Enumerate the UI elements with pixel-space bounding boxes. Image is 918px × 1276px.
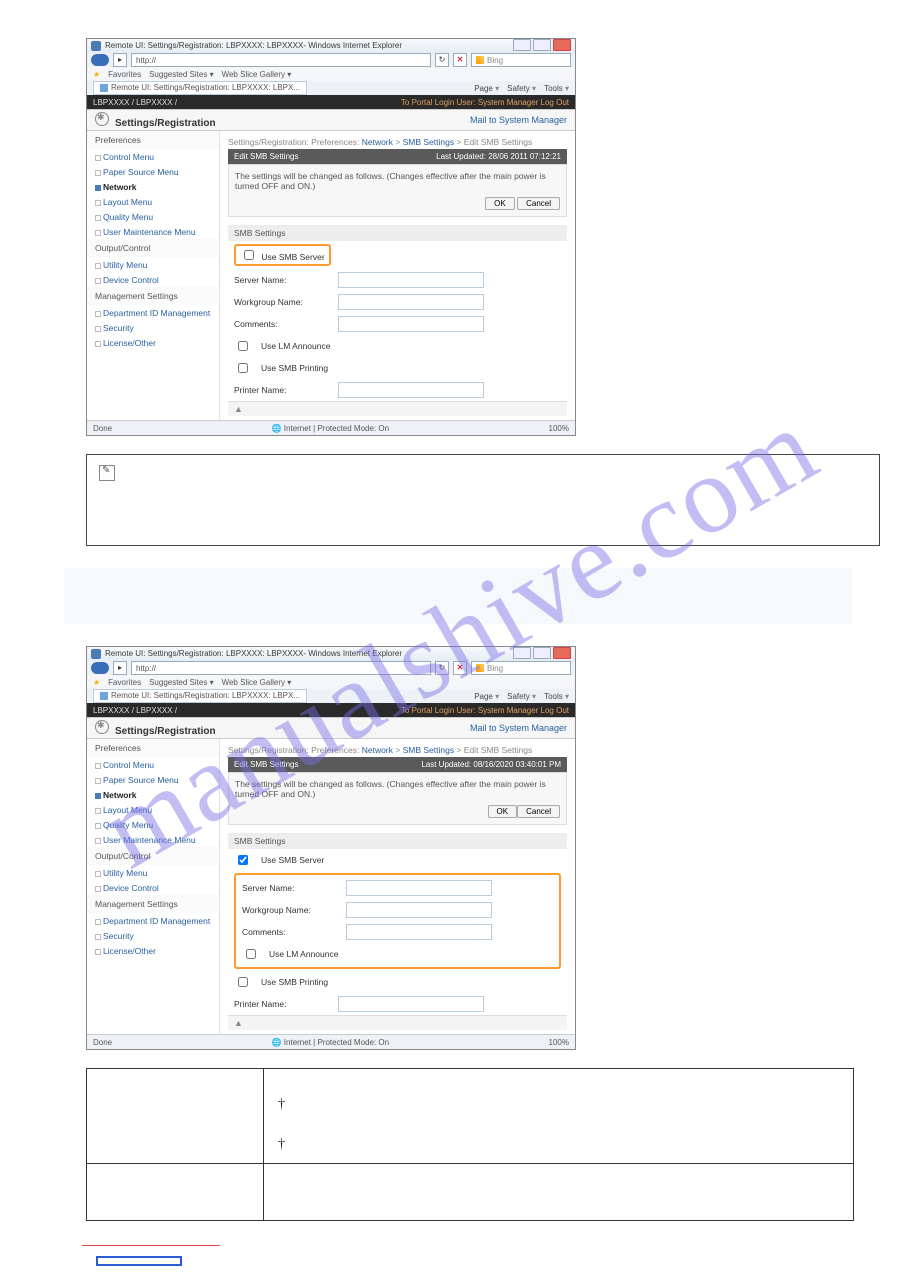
comments-input-2[interactable] (346, 924, 492, 940)
lm-announce-checkbox-2[interactable] (246, 949, 256, 959)
cancel-button[interactable]: Cancel (517, 197, 560, 210)
smb-printing-checkbox-2[interactable] (238, 977, 248, 987)
use-smb-server-checkbox[interactable] (244, 250, 254, 260)
sidebar-item-network[interactable]: Network (87, 179, 219, 194)
note-icon (99, 465, 115, 481)
printer-name-label: Printer Name: (234, 385, 330, 395)
table-cell-right-2 (264, 1164, 854, 1221)
comments-input[interactable] (338, 316, 484, 332)
sidebar-cat-output: Output/Control (87, 239, 219, 257)
portal-topbar: LBPXXXX / LBPXXXX / To Portal Login User… (87, 95, 575, 109)
workgroup-input[interactable] (338, 294, 484, 310)
workgroup-label: Workgroup Name: (234, 297, 330, 307)
sidebar-item-usermaint[interactable]: User Maintenance Menu (87, 224, 219, 239)
use-smb-server-label: Use SMB Server (261, 252, 324, 262)
browser-tab[interactable]: Remote UI: Settings/Registration: LBPXXX… (93, 81, 307, 95)
sidebar-item-paper[interactable]: Paper Source Menu (87, 164, 219, 179)
ie-statusbar: Done Internet | Protected Mode: On 100% (87, 420, 575, 435)
screenshot-2: Remote UI: Settings/Registration: LBPXXX… (86, 646, 576, 1050)
portal-links[interactable]: To Portal Login User: System Manager Log… (401, 98, 569, 107)
tool-safety[interactable]: Safety (507, 84, 536, 93)
highlight-smb-fields: Server Name: Workgroup Name: Comments: U… (234, 873, 561, 969)
address-bar: ▸ http:// ↻ ✕ Bing (87, 53, 575, 67)
table-cell-right-1: † † (264, 1069, 854, 1164)
table-cell-left-2 (87, 1164, 264, 1221)
sidebar-cat-preferences: Preferences (87, 131, 219, 149)
server-name-label: Server Name: (234, 275, 330, 285)
sidebar-cat-mgmt: Management Settings (87, 287, 219, 305)
smb-section-header: SMB Settings (228, 225, 567, 241)
sidebar-item-control[interactable]: Control Menu (87, 149, 219, 164)
tool-tools[interactable]: Tools (544, 84, 569, 93)
step-box (64, 568, 852, 624)
mail-link[interactable]: Mail to System Manager (470, 115, 567, 125)
sidebar-item-security[interactable]: Security (87, 320, 219, 335)
blue-underline-bar (96, 1256, 182, 1266)
highlight-use-smb-server: Use SMB Server (234, 244, 331, 266)
sidebar-item-utility[interactable]: Utility Menu (87, 257, 219, 272)
sidebar-item-device[interactable]: Device Control (87, 272, 219, 287)
suggested-sites-link[interactable]: Suggested Sites ▾ (149, 70, 214, 79)
settings-header: Settings/Registration Mail to System Man… (87, 109, 575, 131)
sidebar-item-deptid[interactable]: Department ID Management (87, 305, 219, 320)
ok-button[interactable]: OK (485, 197, 515, 210)
gear-icon (95, 112, 109, 126)
crumb-network[interactable]: Network (362, 137, 393, 147)
cancel-button-2[interactable]: Cancel (517, 805, 560, 818)
back-button[interactable] (91, 54, 109, 66)
status-zoom[interactable]: 100% (549, 424, 569, 433)
sidebar-item-quality[interactable]: Quality Menu (87, 209, 219, 224)
main-pane: Settings/Registration: Preferences: Netw… (220, 131, 575, 420)
forward-button[interactable]: ▸ (113, 53, 127, 67)
refresh-button[interactable]: ↻ (435, 53, 449, 67)
smb-printing-checkbox[interactable] (238, 363, 248, 373)
server-name-input[interactable] (338, 272, 484, 288)
web-slice-link[interactable]: Web Slice Gallery ▾ (222, 70, 292, 79)
favorites-icon[interactable]: ★ (93, 70, 100, 79)
favorites-label: Favorites (108, 70, 141, 79)
comments-label: Comments: (234, 319, 330, 329)
url-field[interactable]: http:// (131, 53, 431, 67)
window-titlebar: Remote UI: Settings/Registration: LBPXXX… (87, 39, 575, 53)
stop-button[interactable]: ✕ (453, 53, 467, 67)
status-net: Internet | Protected Mode: On (272, 424, 389, 433)
settings-title: Settings/Registration (115, 118, 216, 129)
screenshot-1: Remote UI: Settings/Registration: LBPXXX… (86, 38, 576, 436)
red-separator (82, 1245, 220, 1246)
dagger-icon: † (278, 1097, 285, 1112)
breadcrumb: Settings/Registration: Preferences: Netw… (228, 135, 567, 149)
ie-icon (91, 41, 101, 51)
printer-name-input[interactable] (338, 382, 484, 398)
table-cell-left-1 (87, 1069, 264, 1164)
edit-titlebar: Edit SMB SettingsLast Updated: 28/06 201… (228, 149, 567, 164)
note-box (86, 454, 880, 546)
status-done: Done (93, 424, 112, 433)
workgroup-input-2[interactable] (346, 902, 492, 918)
server-name-input-2[interactable] (346, 880, 492, 896)
search-field[interactable]: Bing (471, 53, 571, 67)
sidebar-item-layout[interactable]: Layout Menu (87, 194, 219, 209)
printer-name-input-2[interactable] (338, 996, 484, 1012)
lm-announce-label: Use LM Announce (261, 341, 330, 351)
window-title: Remote UI: Settings/Registration: LBPXXX… (105, 41, 402, 50)
sidebar: Preferences Control Menu Paper Source Me… (87, 131, 220, 420)
notice-box: The settings will be changed as follows.… (228, 164, 567, 217)
description-table: † † (86, 1068, 854, 1221)
favorites-bar: ★ Favorites Suggested Sites ▾ Web Slice … (87, 67, 575, 81)
sidebar-item-license[interactable]: License/Other (87, 335, 219, 350)
window-controls[interactable] (511, 39, 571, 53)
crumb-smb[interactable]: SMB Settings (403, 137, 455, 147)
lm-announce-checkbox[interactable] (238, 341, 248, 351)
use-smb-server-checkbox-2[interactable] (238, 855, 248, 865)
tab-strip: Remote UI: Settings/Registration: LBPXXX… (87, 81, 575, 95)
tool-page[interactable]: Page (474, 84, 499, 93)
ok-button-2[interactable]: OK (488, 805, 518, 818)
pager-bar[interactable]: ▲ (228, 401, 567, 416)
device-id: LBPXXXX / LBPXXXX / (93, 98, 177, 107)
dagger-icon: † (278, 1137, 285, 1152)
smb-printing-label: Use SMB Printing (261, 363, 328, 373)
